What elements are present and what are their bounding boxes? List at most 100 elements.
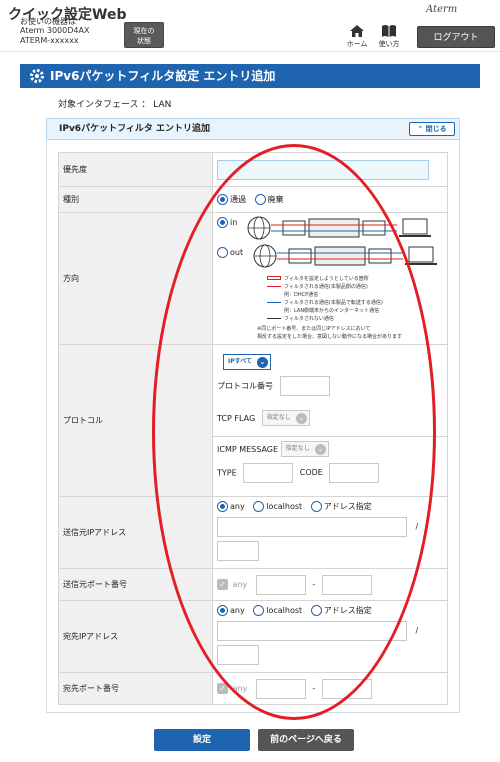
current-status-button[interactable]: 現在の 状態 xyxy=(124,22,164,48)
protocol-number-label: プロトコル番号 xyxy=(217,381,273,390)
page-title-bar: IPv6パケットフィルタ設定 エントリ追加 xyxy=(20,64,480,88)
src-ip-label: 送信元IPアドレス xyxy=(58,496,213,569)
dst-ip-specify-label: アドレス指定 xyxy=(323,605,372,615)
gear-icon xyxy=(30,69,44,83)
src-port-start-input[interactable] xyxy=(255,574,306,595)
ip-protocol-select[interactable]: IPすべて ⌄ xyxy=(223,353,271,370)
dst-ip-cell: any localhost アドレス指定 / xyxy=(212,600,448,673)
status-button-line1: 現在の xyxy=(133,27,155,35)
icmp-message-value: 指定なし xyxy=(285,445,310,452)
ip-protocol-value: IPすべて xyxy=(228,357,252,365)
icmp-type-input[interactable] xyxy=(243,462,294,483)
src-port-label: 送信元ポート番号 xyxy=(58,568,213,601)
dst-ip-any-radio[interactable] xyxy=(217,604,228,616)
legend-item: 例：DHCP通信 xyxy=(284,291,319,298)
src-port-dash: - xyxy=(312,580,316,589)
src-ip-localhost-label: localhost xyxy=(266,501,303,511)
direction-note: ※同じポート番号、または同じIPアドレスにおいて 相反する設定をした場合、意図し… xyxy=(257,325,443,341)
icmp-message-select[interactable]: 指定なし ⌄ xyxy=(280,441,329,457)
src-ip-any-radio[interactable] xyxy=(217,500,228,512)
home-nav-label: ホーム xyxy=(346,40,368,48)
collapse-label: 閉じる xyxy=(425,125,447,133)
dst-port-end-input[interactable] xyxy=(321,678,372,699)
priority-input[interactable] xyxy=(217,159,429,180)
row-priority: 優先度 xyxy=(58,152,448,187)
collapse-button[interactable]: ⌃ 閉じる xyxy=(409,122,455,136)
dst-port-any-label: any xyxy=(232,684,248,693)
tcp-flag-select[interactable]: 指定なし ⌄ xyxy=(261,410,310,426)
help-nav-label: 使い方 xyxy=(378,40,400,48)
chevron-down-icon: ⌄ xyxy=(314,444,326,455)
icmp-code-input[interactable] xyxy=(329,462,380,483)
dst-ip-slash: / xyxy=(415,626,419,635)
direction-label: 方向 xyxy=(58,212,213,345)
src-port-any-label: any xyxy=(232,580,248,589)
protocol-number-input[interactable] xyxy=(279,375,330,396)
priority-cell xyxy=(212,152,448,187)
dst-ip-localhost-radio[interactable] xyxy=(253,604,265,616)
row-dst-ip: 宛先IPアドレス any localhost アドレス指定 / xyxy=(58,600,448,673)
direction-cell: in out フィルタを設定しようとしている箇所 フィルタされる通信(本製品側の… xyxy=(212,212,448,345)
device-id: ATERM-xxxxxx xyxy=(20,36,79,45)
panel-header: IPv6パケットフィルタ エントリ追加 ⌃ 閉じる xyxy=(46,118,460,140)
icmp-type-label: TYPE xyxy=(217,468,237,477)
dst-port-any-checkbox[interactable]: ✓ xyxy=(217,683,228,694)
protocol-label: プロトコル xyxy=(58,344,213,497)
icmp-message-label: ICMP MESSAGE xyxy=(217,444,279,454)
src-ip-specify-label: アドレス指定 xyxy=(323,501,372,511)
tcp-flag-label: TCP FLAG xyxy=(217,413,256,423)
direction-note-line1: ※同じポート番号、または同じIPアドレスにおいて xyxy=(257,325,371,332)
icmp-code-label: CODE xyxy=(299,468,323,477)
help-nav[interactable]: 使い方 xyxy=(376,24,402,49)
dst-ip-address-input[interactable] xyxy=(217,620,407,641)
src-port-end-input[interactable] xyxy=(321,574,372,595)
legend-item: 例：LAN側端末からのインターネット通信 xyxy=(284,307,380,314)
direction-in-diagram xyxy=(247,216,431,239)
type-discard-radio[interactable] xyxy=(254,194,266,205)
chevron-down-icon: ⌄ xyxy=(295,413,307,424)
priority-label: 優先度 xyxy=(58,152,213,187)
dst-port-label: 宛先ポート番号 xyxy=(58,672,213,705)
panel-title: IPv6パケットフィルタ エントリ追加 xyxy=(59,124,211,134)
legend-item: フィルタを設定しようとしている箇所 xyxy=(284,275,369,282)
direction-in-radio[interactable] xyxy=(217,216,228,228)
page-title: IPv6パケットフィルタ設定 エントリ追加 xyxy=(50,69,276,83)
src-ip-specify-radio[interactable] xyxy=(310,500,322,512)
direction-out-label: out xyxy=(230,247,244,257)
direction-out-diagram xyxy=(253,244,437,267)
dst-port-cell: ✓ any - xyxy=(212,672,448,705)
dst-ip-localhost-label: localhost xyxy=(266,605,303,615)
direction-in-label: in xyxy=(230,217,238,227)
dst-ip-prefix-input[interactable] xyxy=(217,644,259,665)
src-ip-prefix-input[interactable] xyxy=(217,540,259,561)
set-button[interactable]: 設定 xyxy=(154,729,250,751)
protocol-cell: IPすべて ⌄ プロトコル番号 TCP FLAG 指定なし ⌄ ICMP MESSA… xyxy=(212,344,448,497)
legend-item: フィルタされない通信 xyxy=(284,315,334,322)
home-nav[interactable]: ホーム xyxy=(344,24,370,49)
legend-item: フィルタされる通信(本製品で転送する通信) xyxy=(284,299,383,306)
type-cell: 通過 廃棄 xyxy=(212,186,448,213)
row-direction: 方向 in out フィルタを設定しようとしている箇所 フィルタされる通信(本製… xyxy=(58,212,448,345)
chevron-up-icon: ⌃ xyxy=(417,125,424,133)
src-ip-localhost-radio[interactable] xyxy=(253,500,265,512)
type-pass-radio[interactable] xyxy=(217,194,228,205)
book-icon xyxy=(382,25,396,37)
direction-note-line2: 相反する設定をした場合、意図しない動作になる場合があります xyxy=(257,333,403,340)
status-button-line2: 状態 xyxy=(137,37,151,45)
direction-out-radio[interactable] xyxy=(217,246,228,258)
src-port-any-checkbox[interactable]: ✓ xyxy=(217,579,228,590)
type-pass-label: 通過 xyxy=(230,195,246,204)
dst-port-start-input[interactable] xyxy=(255,678,306,699)
dst-ip-any-label: any xyxy=(230,605,245,615)
dst-ip-label: 宛先IPアドレス xyxy=(58,600,213,673)
logout-button[interactable]: ログアウト xyxy=(417,26,495,48)
dst-ip-specify-radio[interactable] xyxy=(310,604,322,616)
back-button[interactable]: 前のページへ戻る xyxy=(258,729,354,751)
src-ip-address-input[interactable] xyxy=(217,516,407,537)
type-label: 種別 xyxy=(58,186,213,213)
header: クイック設定Web お使いの機器は Aterm 3000D4AX ATERM-x… xyxy=(0,0,500,52)
dst-port-dash: - xyxy=(312,684,316,693)
direction-legend: フィルタを設定しようとしている箇所 フィルタされる通信(本製品側の通信) 例：D… xyxy=(267,275,443,323)
row-protocol: プロトコル IPすべて ⌄ プロトコル番号 TCP FLAG 指定なし ⌄ ICMP… xyxy=(58,344,448,497)
src-ip-any-label: any xyxy=(230,501,245,511)
